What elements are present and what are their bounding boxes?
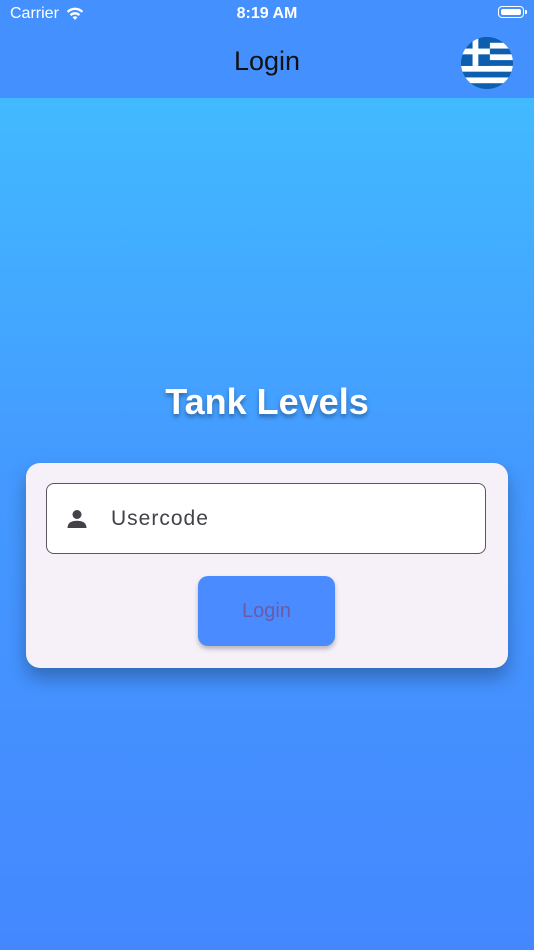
login-screen: Carrier 8:19 AM Login Tank Levels Userco…: [0, 0, 534, 950]
usercode-input[interactable]: [109, 484, 473, 554]
greece-flag-icon[interactable]: [461, 37, 513, 89]
login-card: Login: [26, 463, 508, 668]
page-title: Login: [233, 46, 301, 76]
navigation-bar: Carrier 8:19 AM Login: [0, 0, 534, 98]
status-time: 8:19 AM: [236, 5, 298, 22]
status-bar: Carrier 8:19 AM: [0, 0, 534, 28]
battery-icon: [498, 6, 527, 18]
usercode-field[interactable]: [46, 483, 486, 554]
login-button[interactable]: Login: [198, 576, 335, 646]
app-title: Tank Levels: [165, 381, 369, 422]
person-icon: [65, 507, 89, 531]
